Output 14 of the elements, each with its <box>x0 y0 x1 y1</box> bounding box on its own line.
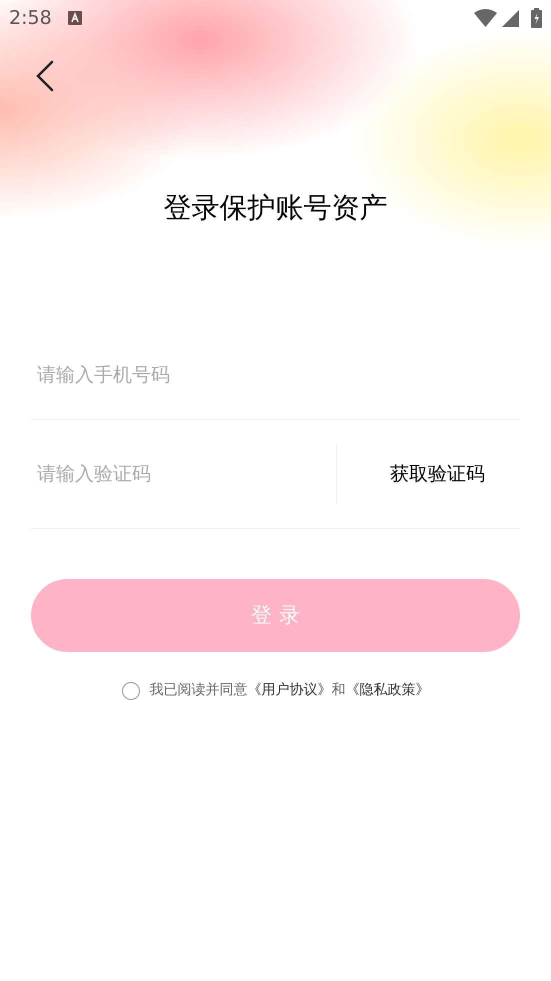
agreement-text: 我已阅读并同意《用户协议》和《隐私政策》 <box>150 681 430 700</box>
page-title: 登录保护账号资产 <box>164 190 388 226</box>
status-time: 2:58 <box>9 6 52 31</box>
phone-input-field[interactable]: 请输入手机号码 <box>31 361 520 390</box>
code-input-field[interactable]: 请输入验证码 <box>31 460 336 488</box>
agreement-link[interactable]: 《用户协议》 <box>248 682 332 698</box>
agree-checkbox[interactable] <box>122 682 140 700</box>
signal-icon <box>502 10 519 26</box>
get-code-button[interactable]: 获取验证码 <box>337 460 520 488</box>
wifi-icon <box>474 9 497 27</box>
keyboard-app-icon <box>68 11 82 25</box>
agreement-link[interactable]: 《隐私政策》 <box>346 682 430 698</box>
back-icon[interactable] <box>36 60 54 92</box>
battery-icon <box>531 8 542 28</box>
